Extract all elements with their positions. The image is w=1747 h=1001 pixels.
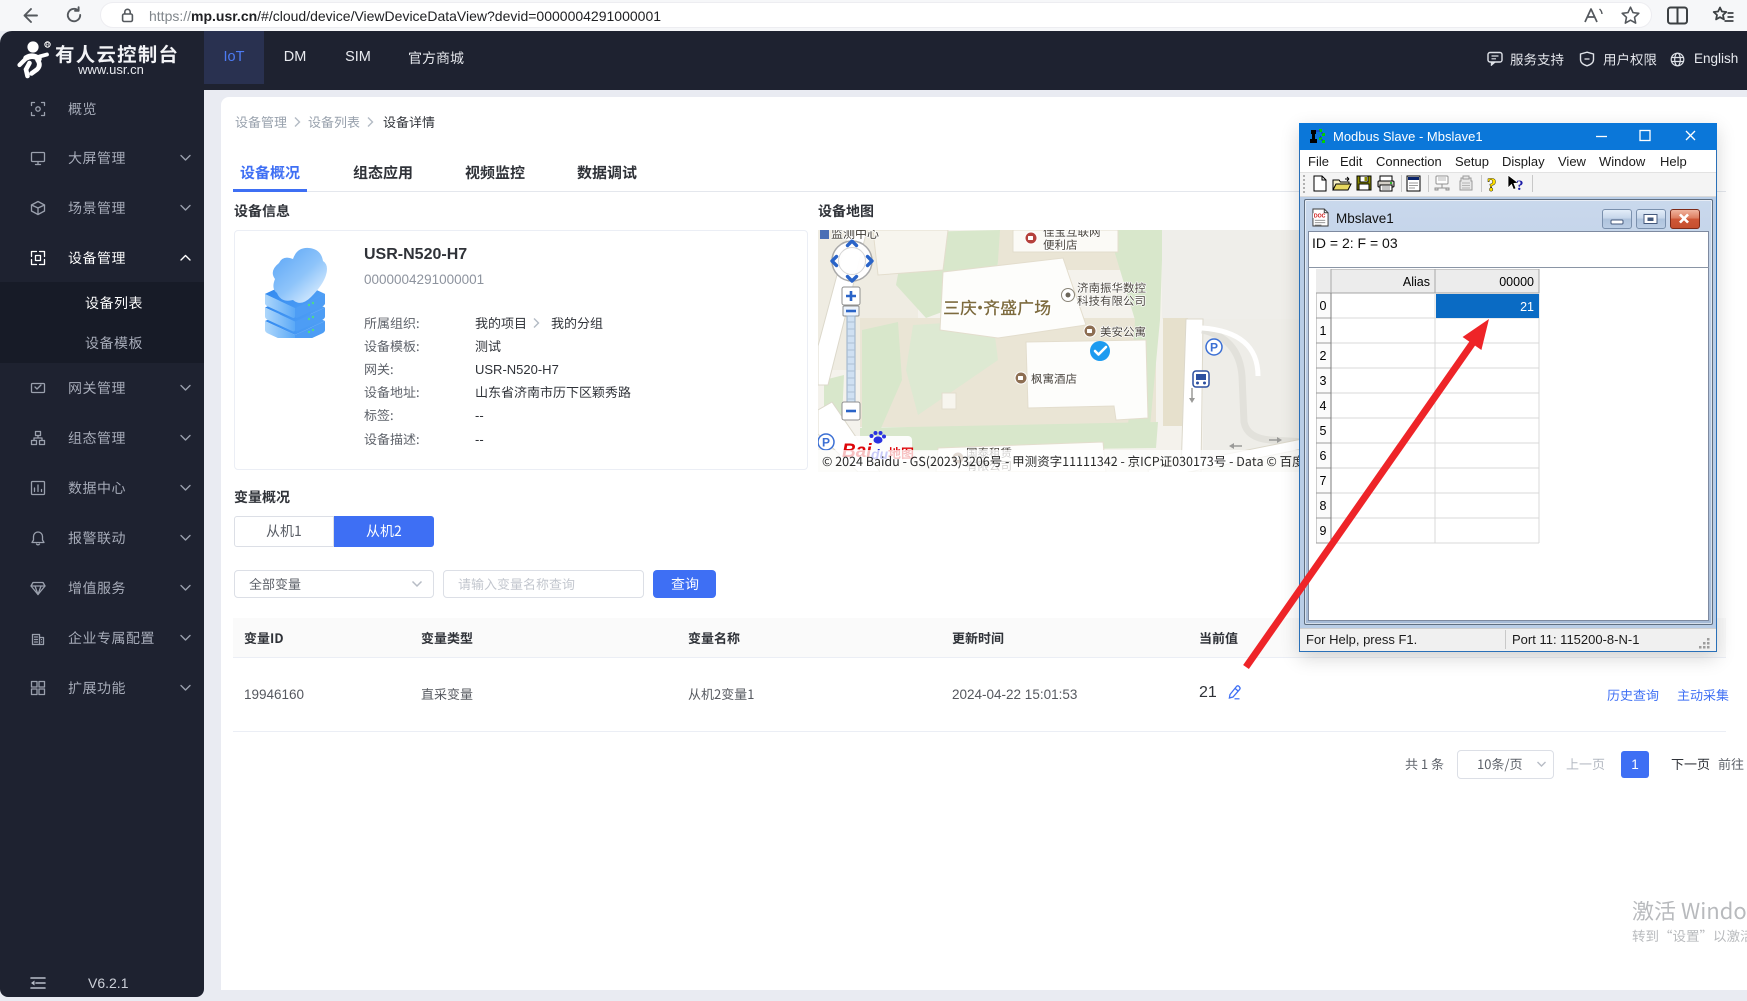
svg-text:4: 4 xyxy=(1320,399,1327,413)
svg-text:00000: 00000 xyxy=(1499,275,1534,289)
svg-text:?: ? xyxy=(1487,175,1497,194)
svg-text:3: 3 xyxy=(1320,374,1327,388)
svg-text:8: 8 xyxy=(1320,499,1327,513)
svg-text:DOC: DOC xyxy=(1314,214,1326,220)
svg-text:P: P xyxy=(822,436,830,450)
svg-text:21: 21 xyxy=(1520,300,1534,314)
svg-text:Alias: Alias xyxy=(1403,275,1430,289)
svg-text:9: 9 xyxy=(1320,524,1327,538)
svg-text:R: R xyxy=(46,42,50,48)
svg-text:?: ? xyxy=(1516,178,1524,194)
svg-text:7: 7 xyxy=(1320,474,1327,488)
svg-text:5: 5 xyxy=(1320,424,1327,438)
svg-text:0: 0 xyxy=(1320,299,1327,313)
svg-text:1: 1 xyxy=(1320,324,1327,338)
svg-text:6: 6 xyxy=(1320,449,1327,463)
svg-text:2: 2 xyxy=(1320,349,1327,363)
svg-text:P: P xyxy=(1210,341,1218,355)
